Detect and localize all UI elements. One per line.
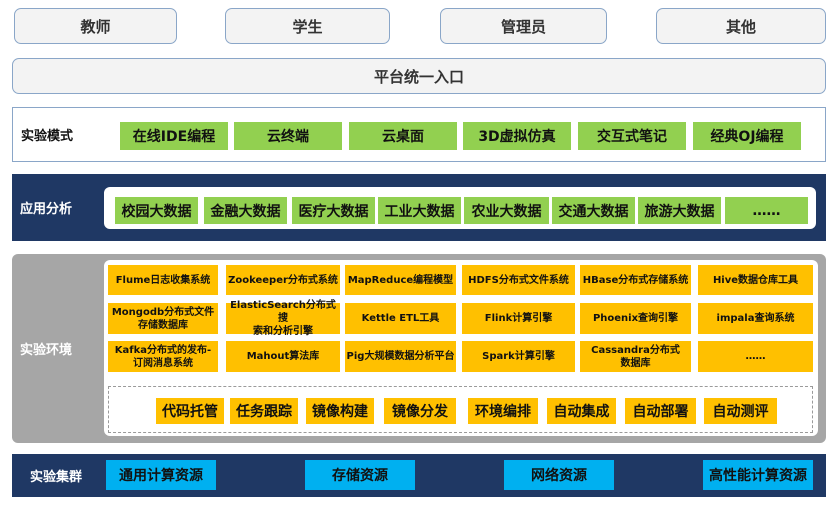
tech-hive[interactable]: Hive数据仓库工具 xyxy=(698,265,813,295)
layer-modes: 实验模式 在线IDE编程 云终端 云桌面 3D虚拟仿真 交互式笔记 经典OJ编程 xyxy=(12,107,826,162)
tech-mapreduce[interactable]: MapReduce编程模型 xyxy=(345,265,456,295)
role-student[interactable]: 学生 xyxy=(225,8,390,44)
tool-image-build[interactable]: 镜像构建 xyxy=(306,398,374,424)
tech-kettle[interactable]: Kettle ETL工具 xyxy=(345,303,456,334)
mode-cloud-desktop[interactable]: 云桌面 xyxy=(349,122,457,150)
tech-phoenix[interactable]: Phoenix查询引擎 xyxy=(580,303,691,334)
analysis-campus[interactable]: 校园大数据 xyxy=(115,197,198,224)
analysis-more[interactable]: …… xyxy=(725,197,808,224)
tech-kafka[interactable]: Kafka分布式的发布- 订阅消息系统 xyxy=(108,341,218,372)
analysis-tourism[interactable]: 旅游大数据 xyxy=(638,197,721,224)
analysis-industry[interactable]: 工业大数据 xyxy=(378,197,461,224)
tech-hbase[interactable]: HBase分布式存储系统 xyxy=(580,265,691,295)
layer-modes-label: 实验模式 xyxy=(21,129,74,144)
analysis-transport[interactable]: 交通大数据 xyxy=(552,197,635,224)
layer-environment-label: 实验环境 xyxy=(20,343,73,358)
mode-cloud-terminal[interactable]: 云终端 xyxy=(234,122,342,150)
cluster-hpc[interactable]: 高性能计算资源 xyxy=(703,460,813,490)
tech-spark[interactable]: Spark计算引擎 xyxy=(462,341,575,372)
tool-auto-deploy[interactable]: 自动部署 xyxy=(625,398,696,424)
tech-mongodb[interactable]: Mongodb分布式文件 存储数据库 xyxy=(108,303,218,334)
tool-env-orchestration[interactable]: 环境编排 xyxy=(468,398,538,424)
tech-pig[interactable]: Pig大规模数据分析平台 xyxy=(345,341,456,372)
tech-flink[interactable]: Flink计算引擎 xyxy=(462,303,575,334)
role-admin[interactable]: 管理员 xyxy=(440,8,607,44)
analysis-agriculture[interactable]: 农业大数据 xyxy=(464,197,549,224)
tech-flume[interactable]: Flume日志收集系统 xyxy=(108,265,218,295)
layer-analysis: 应用分析 校园大数据 金融大数据 医疗大数据 工业大数据 农业大数据 交通大数据… xyxy=(12,174,826,241)
role-other[interactable]: 其他 xyxy=(656,8,826,44)
mode-classic-oj[interactable]: 经典OJ编程 xyxy=(693,122,801,150)
tool-task-tracking[interactable]: 任务跟踪 xyxy=(230,398,298,424)
role-teacher[interactable]: 教师 xyxy=(14,8,177,44)
mode-interactive-notebook[interactable]: 交互式笔记 xyxy=(578,122,686,150)
tech-mahout[interactable]: Mahout算法库 xyxy=(226,341,340,372)
tech-impala[interactable]: impala查询系统 xyxy=(698,303,813,334)
tech-hdfs[interactable]: HDFS分布式文件系统 xyxy=(462,265,575,295)
mode-online-ide[interactable]: 在线IDE编程 xyxy=(120,122,228,150)
analysis-finance[interactable]: 金融大数据 xyxy=(204,197,287,224)
analysis-medical[interactable]: 医疗大数据 xyxy=(292,197,375,224)
layer-cluster-label: 实验集群 xyxy=(30,470,83,485)
tool-code-hosting[interactable]: 代码托管 xyxy=(156,398,224,424)
cluster-network[interactable]: 网络资源 xyxy=(504,460,614,490)
tech-cassandra[interactable]: Cassandra分布式 数据库 xyxy=(580,341,691,372)
tech-more[interactable]: …… xyxy=(698,341,813,372)
mode-3d-simulation[interactable]: 3D虚拟仿真 xyxy=(463,122,571,150)
layer-analysis-label: 应用分析 xyxy=(20,202,73,217)
tech-zookeeper[interactable]: Zookeeper分布式系统 xyxy=(226,265,340,295)
tool-image-distribute[interactable]: 镜像分发 xyxy=(384,398,456,424)
platform-entry[interactable]: 平台统一入口 xyxy=(12,58,826,94)
cluster-general-compute[interactable]: 通用计算资源 xyxy=(106,460,216,490)
tech-elasticsearch[interactable]: ElasticSearch分布式搜 索和分析引擎 xyxy=(226,300,340,337)
tool-auto-evaluation[interactable]: 自动测评 xyxy=(704,398,777,424)
cluster-storage[interactable]: 存储资源 xyxy=(305,460,415,490)
tool-auto-integration[interactable]: 自动集成 xyxy=(547,398,616,424)
